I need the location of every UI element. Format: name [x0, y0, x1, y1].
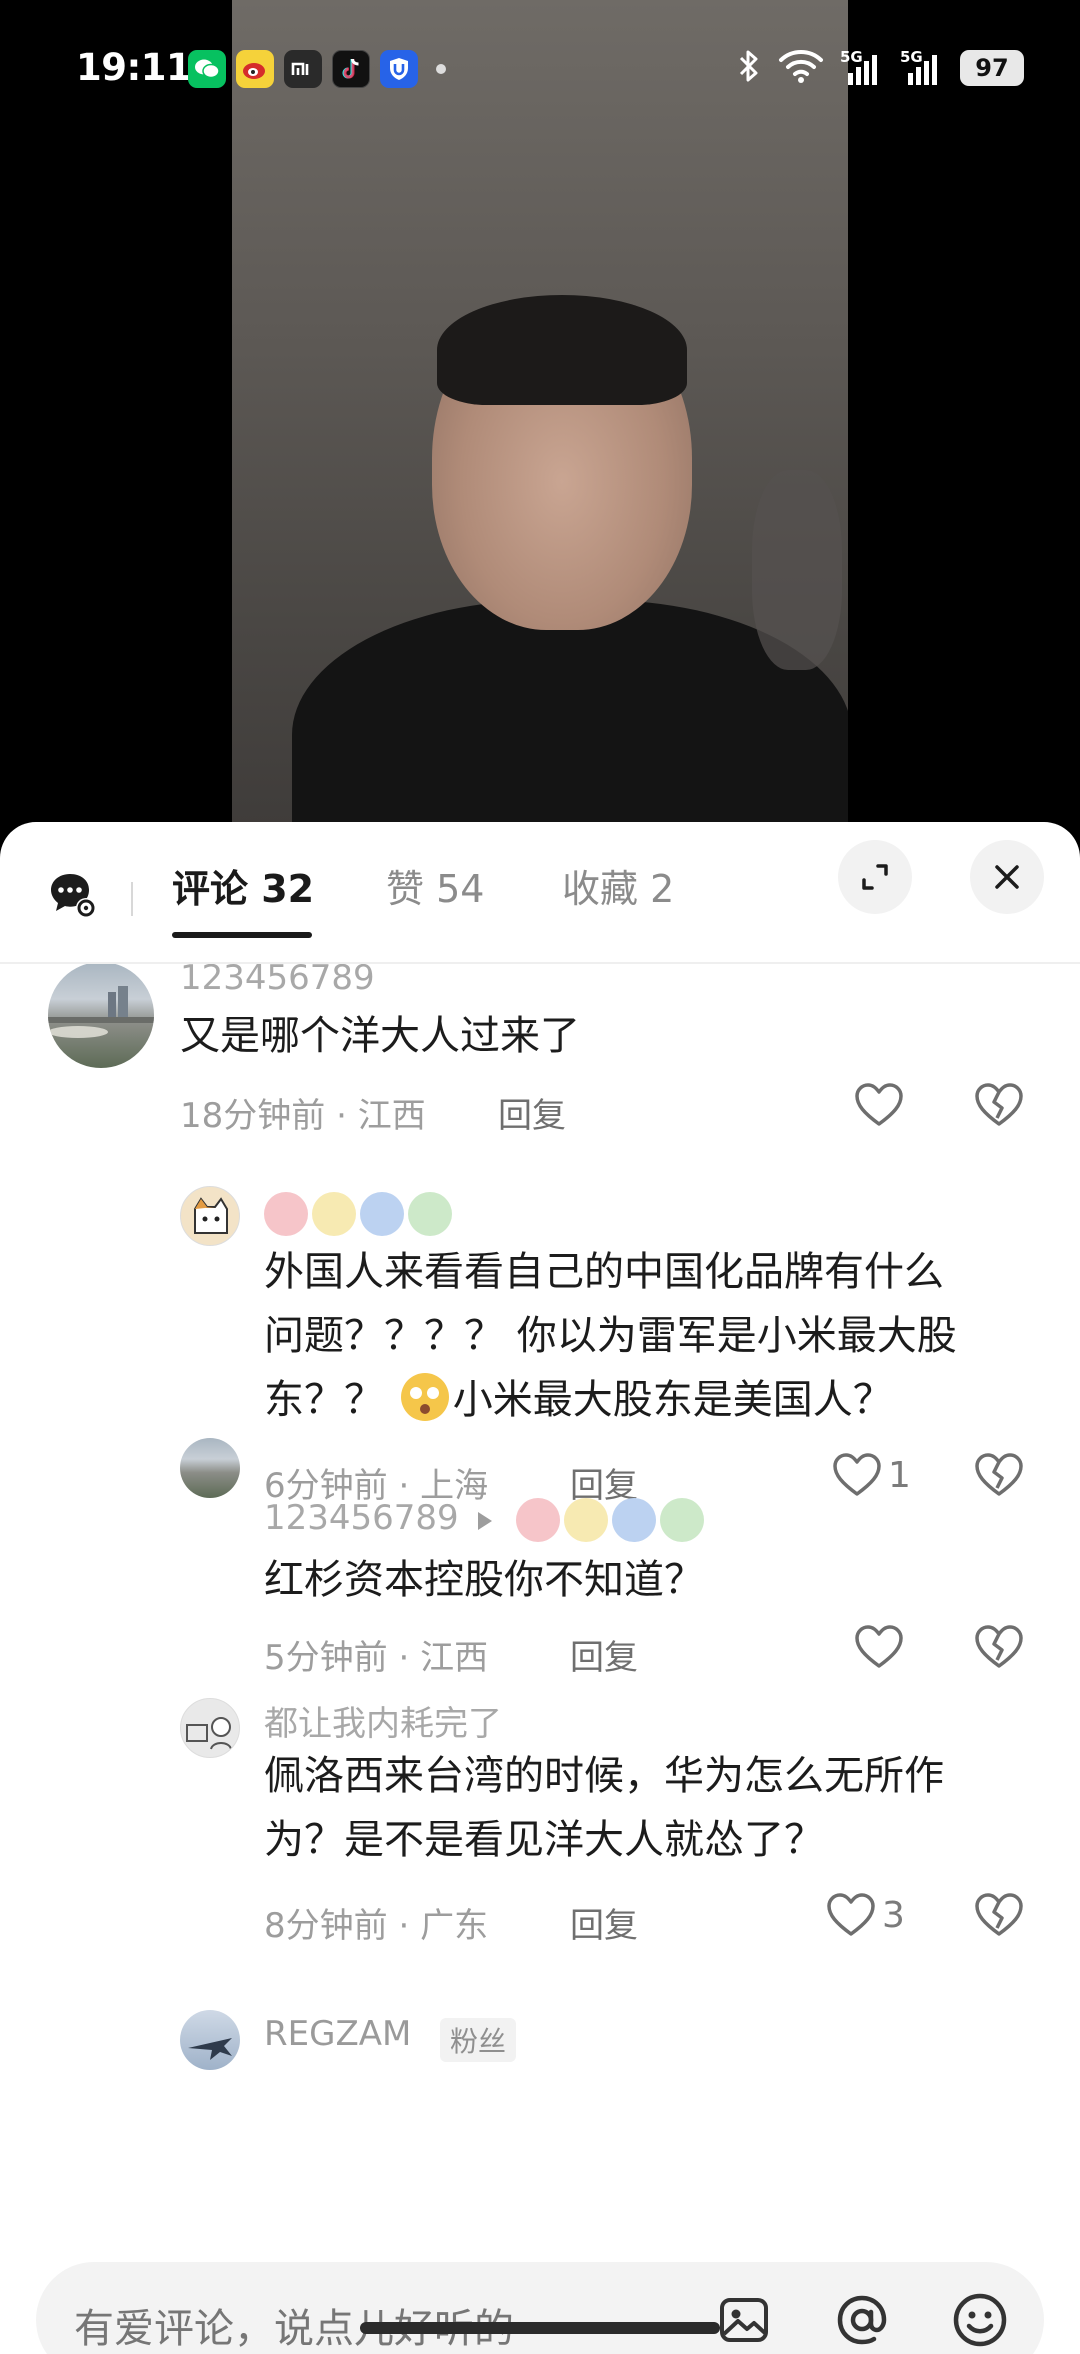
dislike-button[interactable]: [974, 1452, 1024, 1498]
reply-button[interactable]: 回复: [498, 1088, 566, 1137]
broken-heart-icon: [975, 1453, 1023, 1496]
avatar[interactable]: [180, 1698, 240, 1758]
expand-button[interactable]: [838, 840, 912, 914]
comment-location: 广东: [420, 1906, 489, 1946]
heart-icon: [833, 1453, 881, 1496]
comment-text: 东？？ 小米最大股东是美国人？: [264, 1368, 893, 1432]
dislike-button[interactable]: [974, 1892, 1024, 1938]
video-frame: [232, 0, 848, 830]
comment-meta: 18分钟前 · 江西: [180, 1096, 426, 1136]
tab-comments[interactable]: 评论 32: [172, 858, 314, 913]
comment-text: 又是哪个洋大人过来了: [180, 1013, 580, 1059]
comment-text: 佩洛西来台湾的时候，华为怎么无所作: [264, 1753, 944, 1799]
home-indicator[interactable]: [360, 2322, 720, 2334]
broken-heart-icon: [975, 1083, 1023, 1126]
at-icon[interactable]: [830, 2288, 894, 2352]
comment-username[interactable]: 123456789: [264, 1498, 459, 1538]
comment-time: 5分钟前: [264, 1638, 388, 1678]
sheet-header: 评论 32 赞 54 收藏 2: [0, 822, 1080, 964]
heart-icon: [855, 1083, 903, 1126]
status-bar: 19:11 5G 5G 97: [0, 30, 1080, 110]
close-button[interactable]: [970, 840, 1044, 914]
mi-icon: [284, 50, 322, 88]
chat-settings-icon[interactable]: [48, 870, 100, 922]
like-button[interactable]: 1: [832, 1452, 911, 1498]
avatar[interactable]: [48, 964, 154, 1068]
like-button[interactable]: [854, 1624, 904, 1670]
comment-location: 江西: [357, 1096, 426, 1136]
wifi-icon: [778, 48, 824, 88]
user-badges: [264, 1192, 452, 1236]
like-button[interactable]: 3: [826, 1892, 905, 1938]
emoji-icon[interactable]: [948, 2288, 1012, 2352]
comment-input-bar: 有爱评论，说点儿好听的: [0, 2248, 1080, 2354]
heart-icon: [827, 1893, 875, 1936]
system-icons: 5G 5G 97: [736, 48, 1024, 88]
network-type-2: 5G: [900, 48, 923, 66]
background-figure: [752, 470, 842, 670]
comment-username[interactable]: 都让我内耗完了: [264, 1696, 502, 1745]
comment-sheet: 评论 32 赞 54 收藏 2 123456789 又是哪个洋大人过来了 18分…: [0, 822, 1080, 2354]
expand-icon: [862, 864, 888, 890]
video-player[interactable]: [0, 0, 1080, 830]
person-hair: [437, 295, 687, 405]
wechat-icon: [188, 50, 226, 88]
tab-favorites[interactable]: 收藏 2: [562, 858, 674, 913]
battery-indicator: 97: [960, 50, 1024, 86]
tab-indicator: [172, 932, 312, 938]
tab-likes[interactable]: 赞 54: [386, 858, 484, 913]
status-time: 19:11: [76, 46, 192, 89]
dislike-button[interactable]: [974, 1624, 1024, 1670]
tiktok-icon: [332, 50, 370, 88]
comment-text: 红杉资本控股你不知道？: [264, 1557, 704, 1603]
image-icon[interactable]: [712, 2288, 776, 2352]
shield-icon: [380, 50, 418, 88]
signal-5g-2-icon: 5G: [900, 48, 944, 88]
dislike-button[interactable]: [974, 1082, 1024, 1128]
more-notifications-icon: [436, 64, 446, 74]
avatar[interactable]: [180, 1438, 240, 1498]
reply-button[interactable]: 回复: [570, 1630, 638, 1679]
broken-heart-icon: [975, 1625, 1023, 1668]
comment-text-part: 东？？: [264, 1377, 384, 1423]
comment-meta: 5分钟前 · 江西: [264, 1638, 489, 1678]
weibo-icon: [236, 50, 274, 88]
like-button[interactable]: [854, 1082, 904, 1128]
close-icon: [995, 865, 1019, 889]
reply-to-arrow-icon: [478, 1512, 492, 1530]
comment-time: 8分钟前: [264, 1906, 388, 1946]
broken-heart-icon: [975, 1893, 1023, 1936]
reply-button[interactable]: 回复: [570, 1898, 638, 1947]
bluetooth-icon: [736, 48, 762, 88]
comment-text: 问题？？？？ 你以为雷军是小米最大股: [264, 1313, 957, 1359]
comment-time: 18分钟前: [180, 1096, 326, 1136]
network-type-1: 5G: [840, 48, 863, 66]
comment-list[interactable]: 123456789 又是哪个洋大人过来了 18分钟前 · 江西 回复 外国人来看…: [0, 964, 1080, 2248]
like-count: 3: [882, 1894, 905, 1936]
like-count: 1: [888, 1454, 911, 1496]
fan-badge: 粉丝: [440, 2018, 517, 2062]
comment-text: 外国人来看看自己的中国化品牌有什么: [264, 1249, 944, 1295]
comment-text: 为？是不是看见洋大人就怂了？: [264, 1817, 824, 1863]
shocked-emoji-icon: [400, 1373, 449, 1421]
comment-input[interactable]: 有爱评论，说点儿好听的: [36, 2262, 1044, 2354]
user-badges: [516, 1498, 704, 1542]
notification-icons: [188, 50, 446, 88]
comment-text-part: 小米最大股东是美国人？: [452, 1377, 893, 1423]
comment-meta: 8分钟前 · 广东: [264, 1906, 489, 1946]
heart-icon: [855, 1625, 903, 1668]
comment-username[interactable]: REGZAM: [264, 2014, 411, 2054]
comment-username[interactable]: 123456789: [180, 964, 375, 998]
header-divider: [131, 882, 133, 916]
signal-5g-1-icon: 5G: [840, 48, 884, 88]
avatar[interactable]: [180, 2010, 240, 2070]
avatar[interactable]: [180, 1186, 240, 1246]
comment-location: 江西: [420, 1638, 489, 1678]
